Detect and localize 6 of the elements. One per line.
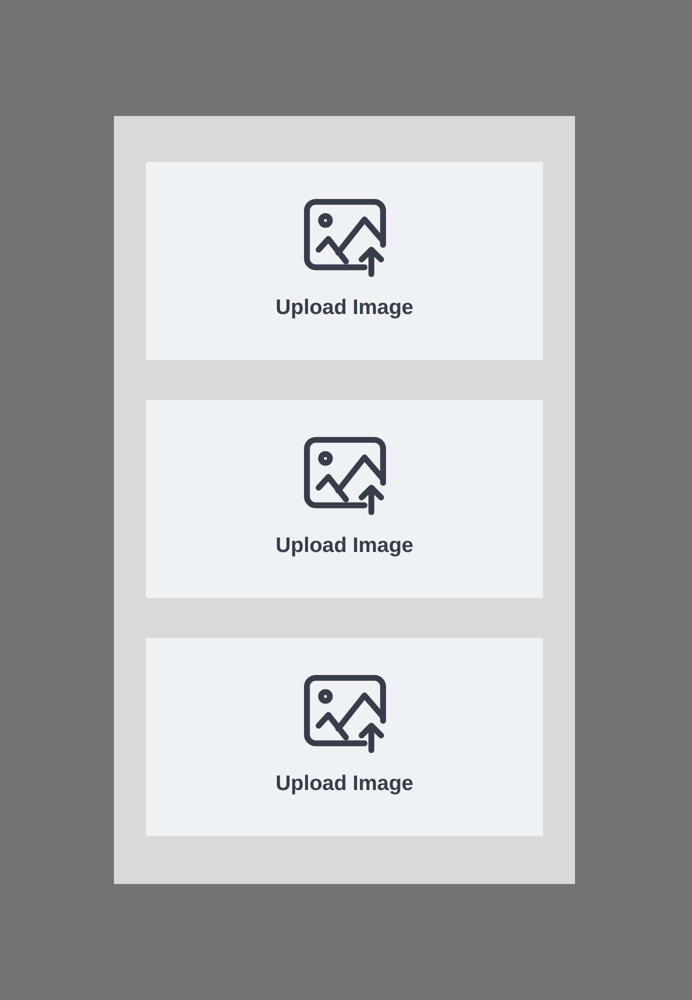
upload-dropzone[interactable]: Upload Image xyxy=(146,162,543,360)
upload-dropzone[interactable]: Upload Image xyxy=(146,638,543,836)
image-upload-icon xyxy=(304,436,386,516)
image-upload-icon xyxy=(304,198,386,278)
image-upload-icon xyxy=(304,674,386,754)
upload-dropzone[interactable]: Upload Image xyxy=(146,400,543,598)
